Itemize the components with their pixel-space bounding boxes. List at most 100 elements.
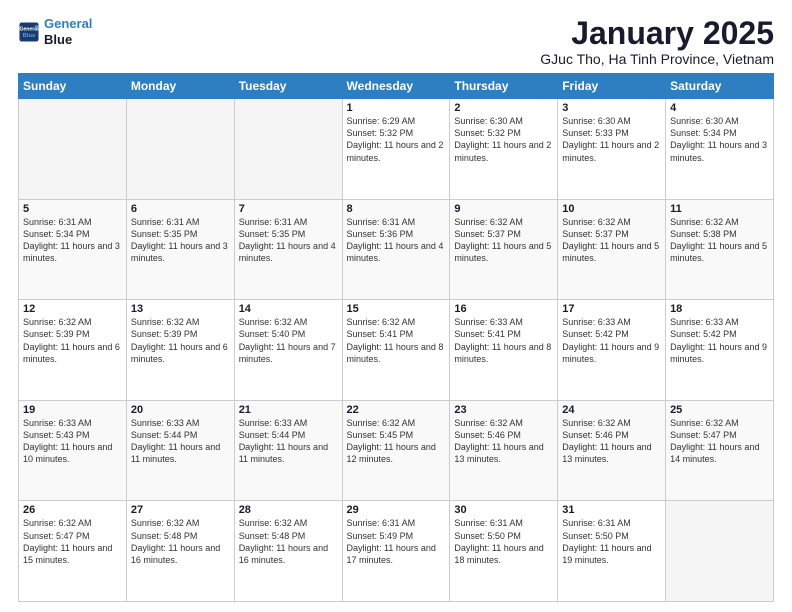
day-number: 19: [23, 404, 122, 416]
day-info: Sunrise: 6:30 AM Sunset: 5:32 PM Dayligh…: [454, 115, 553, 164]
day-number: 29: [347, 504, 446, 516]
calendar-cell: 28Sunrise: 6:32 AM Sunset: 5:48 PM Dayli…: [234, 501, 342, 602]
day-number: 24: [562, 404, 661, 416]
day-number: 10: [562, 203, 661, 215]
svg-text:General: General: [19, 26, 39, 32]
title-area: January 2025 GJuc Tho, Ha Tinh Province,…: [540, 16, 774, 67]
day-number: 21: [239, 404, 338, 416]
day-info: Sunrise: 6:32 AM Sunset: 5:40 PM Dayligh…: [239, 316, 338, 365]
col-thursday: Thursday: [450, 74, 558, 99]
day-number: 26: [23, 504, 122, 516]
calendar-cell: 19Sunrise: 6:33 AM Sunset: 5:43 PM Dayli…: [19, 400, 127, 501]
day-number: 14: [239, 303, 338, 315]
calendar-cell: 20Sunrise: 6:33 AM Sunset: 5:44 PM Dayli…: [126, 400, 234, 501]
calendar-cell: 23Sunrise: 6:32 AM Sunset: 5:46 PM Dayli…: [450, 400, 558, 501]
day-info: Sunrise: 6:33 AM Sunset: 5:44 PM Dayligh…: [131, 417, 230, 466]
day-number: 28: [239, 504, 338, 516]
calendar-week-4: 26Sunrise: 6:32 AM Sunset: 5:47 PM Dayli…: [19, 501, 774, 602]
calendar-cell: 12Sunrise: 6:32 AM Sunset: 5:39 PM Dayli…: [19, 300, 127, 401]
col-tuesday: Tuesday: [234, 74, 342, 99]
day-info: Sunrise: 6:31 AM Sunset: 5:34 PM Dayligh…: [23, 216, 122, 265]
day-number: 3: [562, 102, 661, 114]
calendar-cell: 7Sunrise: 6:31 AM Sunset: 5:35 PM Daylig…: [234, 199, 342, 300]
calendar-cell: 26Sunrise: 6:32 AM Sunset: 5:47 PM Dayli…: [19, 501, 127, 602]
day-info: Sunrise: 6:33 AM Sunset: 5:41 PM Dayligh…: [454, 316, 553, 365]
day-info: Sunrise: 6:33 AM Sunset: 5:42 PM Dayligh…: [562, 316, 661, 365]
calendar-week-3: 19Sunrise: 6:33 AM Sunset: 5:43 PM Dayli…: [19, 400, 774, 501]
day-info: Sunrise: 6:31 AM Sunset: 5:50 PM Dayligh…: [454, 517, 553, 566]
day-number: 15: [347, 303, 446, 315]
calendar-cell: 6Sunrise: 6:31 AM Sunset: 5:35 PM Daylig…: [126, 199, 234, 300]
col-sunday: Sunday: [19, 74, 127, 99]
day-info: Sunrise: 6:32 AM Sunset: 5:46 PM Dayligh…: [562, 417, 661, 466]
day-info: Sunrise: 6:32 AM Sunset: 5:41 PM Dayligh…: [347, 316, 446, 365]
day-info: Sunrise: 6:30 AM Sunset: 5:34 PM Dayligh…: [670, 115, 769, 164]
day-number: 23: [454, 404, 553, 416]
day-number: 31: [562, 504, 661, 516]
day-number: 17: [562, 303, 661, 315]
logo-icon: General Blue: [18, 21, 40, 43]
day-info: Sunrise: 6:32 AM Sunset: 5:37 PM Dayligh…: [562, 216, 661, 265]
col-monday: Monday: [126, 74, 234, 99]
svg-text:Blue: Blue: [23, 33, 36, 39]
calendar-week-1: 5Sunrise: 6:31 AM Sunset: 5:34 PM Daylig…: [19, 199, 774, 300]
col-wednesday: Wednesday: [342, 74, 450, 99]
calendar-cell: 3Sunrise: 6:30 AM Sunset: 5:33 PM Daylig…: [558, 99, 666, 200]
day-info: Sunrise: 6:32 AM Sunset: 5:48 PM Dayligh…: [239, 517, 338, 566]
calendar-cell: [19, 99, 127, 200]
calendar-cell: 29Sunrise: 6:31 AM Sunset: 5:49 PM Dayli…: [342, 501, 450, 602]
logo-area: General Blue General Blue: [18, 16, 92, 47]
day-info: Sunrise: 6:31 AM Sunset: 5:36 PM Dayligh…: [347, 216, 446, 265]
day-number: 20: [131, 404, 230, 416]
day-number: 4: [670, 102, 769, 114]
day-number: 5: [23, 203, 122, 215]
day-info: Sunrise: 6:32 AM Sunset: 5:39 PM Dayligh…: [131, 316, 230, 365]
calendar-cell: 9Sunrise: 6:32 AM Sunset: 5:37 PM Daylig…: [450, 199, 558, 300]
calendar-cell: 24Sunrise: 6:32 AM Sunset: 5:46 PM Dayli…: [558, 400, 666, 501]
day-number: 7: [239, 203, 338, 215]
calendar-cell: 8Sunrise: 6:31 AM Sunset: 5:36 PM Daylig…: [342, 199, 450, 300]
calendar-cell: 17Sunrise: 6:33 AM Sunset: 5:42 PM Dayli…: [558, 300, 666, 401]
calendar-cell: 11Sunrise: 6:32 AM Sunset: 5:38 PM Dayli…: [666, 199, 774, 300]
day-info: Sunrise: 6:31 AM Sunset: 5:35 PM Dayligh…: [131, 216, 230, 265]
day-number: 18: [670, 303, 769, 315]
calendar-cell: 31Sunrise: 6:31 AM Sunset: 5:50 PM Dayli…: [558, 501, 666, 602]
header-row: Sunday Monday Tuesday Wednesday Thursday…: [19, 74, 774, 99]
day-number: 12: [23, 303, 122, 315]
calendar-cell: 18Sunrise: 6:33 AM Sunset: 5:42 PM Dayli…: [666, 300, 774, 401]
day-number: 16: [454, 303, 553, 315]
day-info: Sunrise: 6:33 AM Sunset: 5:42 PM Dayligh…: [670, 316, 769, 365]
day-info: Sunrise: 6:31 AM Sunset: 5:35 PM Dayligh…: [239, 216, 338, 265]
header: General Blue General Blue January 2025 G…: [18, 16, 774, 67]
calendar-cell: 27Sunrise: 6:32 AM Sunset: 5:48 PM Dayli…: [126, 501, 234, 602]
col-saturday: Saturday: [666, 74, 774, 99]
day-info: Sunrise: 6:32 AM Sunset: 5:45 PM Dayligh…: [347, 417, 446, 466]
day-number: 11: [670, 203, 769, 215]
calendar-week-2: 12Sunrise: 6:32 AM Sunset: 5:39 PM Dayli…: [19, 300, 774, 401]
day-number: 8: [347, 203, 446, 215]
day-info: Sunrise: 6:32 AM Sunset: 5:39 PM Dayligh…: [23, 316, 122, 365]
day-number: 22: [347, 404, 446, 416]
calendar-cell: 2Sunrise: 6:30 AM Sunset: 5:32 PM Daylig…: [450, 99, 558, 200]
col-friday: Friday: [558, 74, 666, 99]
day-number: 13: [131, 303, 230, 315]
calendar-cell: 25Sunrise: 6:32 AM Sunset: 5:47 PM Dayli…: [666, 400, 774, 501]
day-number: 25: [670, 404, 769, 416]
calendar-cell: 13Sunrise: 6:32 AM Sunset: 5:39 PM Dayli…: [126, 300, 234, 401]
calendar-cell: 30Sunrise: 6:31 AM Sunset: 5:50 PM Dayli…: [450, 501, 558, 602]
day-number: 1: [347, 102, 446, 114]
day-number: 27: [131, 504, 230, 516]
calendar-cell: 22Sunrise: 6:32 AM Sunset: 5:45 PM Dayli…: [342, 400, 450, 501]
day-number: 6: [131, 203, 230, 215]
calendar-cell: [234, 99, 342, 200]
day-info: Sunrise: 6:32 AM Sunset: 5:48 PM Dayligh…: [131, 517, 230, 566]
calendar-title: January 2025: [540, 16, 774, 51]
day-info: Sunrise: 6:32 AM Sunset: 5:47 PM Dayligh…: [23, 517, 122, 566]
day-info: Sunrise: 6:31 AM Sunset: 5:49 PM Dayligh…: [347, 517, 446, 566]
day-info: Sunrise: 6:30 AM Sunset: 5:33 PM Dayligh…: [562, 115, 661, 164]
day-info: Sunrise: 6:32 AM Sunset: 5:47 PM Dayligh…: [670, 417, 769, 466]
calendar-cell: 15Sunrise: 6:32 AM Sunset: 5:41 PM Dayli…: [342, 300, 450, 401]
calendar-week-0: 1Sunrise: 6:29 AM Sunset: 5:32 PM Daylig…: [19, 99, 774, 200]
day-info: Sunrise: 6:32 AM Sunset: 5:46 PM Dayligh…: [454, 417, 553, 466]
logo-text: General Blue: [44, 16, 92, 47]
